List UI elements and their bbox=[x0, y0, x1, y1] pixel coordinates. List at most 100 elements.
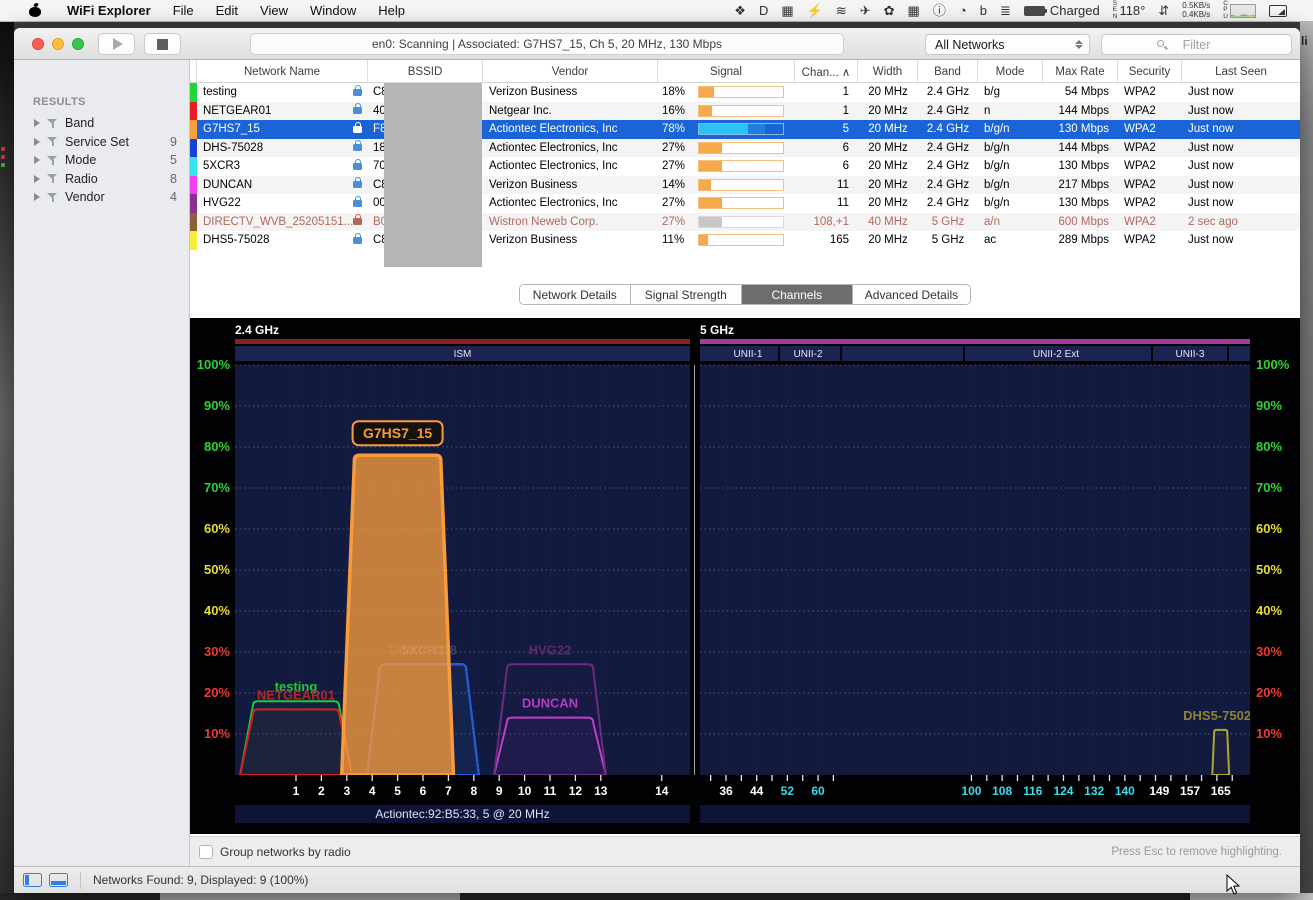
disclosure-triangle-icon[interactable] bbox=[34, 119, 40, 127]
signal-bar-fill bbox=[699, 217, 722, 227]
cell-max-rate: 217 Mbps bbox=[1043, 176, 1118, 195]
keyboard-icon[interactable]: ▦ bbox=[908, 0, 920, 22]
spark-icon[interactable]: ⚡ bbox=[807, 0, 823, 22]
table-row-hvg22[interactable]: HVG2200Actiontec Electronics, Inc27%1120… bbox=[190, 194, 1300, 213]
column-header-chan-[interactable]: Chan... ∧ bbox=[795, 60, 858, 83]
sidebar-item-mode[interactable]: Mode5 bbox=[14, 151, 190, 169]
network-label-netgear01: NETGEAR01 bbox=[257, 687, 335, 702]
cell-security: WPA2 bbox=[1118, 231, 1182, 250]
filter-input[interactable] bbox=[1101, 34, 1292, 55]
cell-bssid: C8 bbox=[368, 176, 483, 195]
column-header-security[interactable]: Security bbox=[1118, 60, 1182, 83]
pinwheel-icon[interactable]: ✿ bbox=[884, 0, 895, 22]
group-by-radio-checkbox[interactable] bbox=[199, 845, 213, 859]
table-row-duncan[interactable]: DUNCANC8Verizon Business14%1120 MHz2.4 G… bbox=[190, 176, 1300, 195]
table-row-g7hs7-15[interactable]: G7HS7_15F8Actiontec Electronics, Inc78%5… bbox=[190, 120, 1300, 139]
stop-scan-button[interactable] bbox=[144, 33, 181, 55]
table-row-directv-wvb-25205151-[interactable]: DIRECTV_WVB_25205151...B0Wistron Neweb C… bbox=[190, 213, 1300, 232]
toggle-bottom-panel-icon[interactable] bbox=[49, 873, 68, 887]
column-header-mode[interactable]: Mode bbox=[978, 60, 1043, 83]
cell-security: WPA2 bbox=[1118, 194, 1182, 213]
cell-band: 5 GHz bbox=[918, 231, 978, 250]
dropbox-icon[interactable]: ❖ bbox=[734, 0, 746, 22]
column-header-last-seen[interactable]: Last Seen bbox=[1182, 60, 1300, 83]
menu-item-view[interactable]: View bbox=[249, 0, 299, 22]
close-button[interactable] bbox=[32, 38, 44, 50]
disclosure-triangle-icon[interactable] bbox=[34, 193, 40, 201]
menu-item-edit[interactable]: Edit bbox=[205, 0, 249, 22]
column-header-swatch[interactable] bbox=[190, 60, 197, 83]
disclosure-triangle-icon[interactable] bbox=[34, 138, 40, 146]
cell-network-name: DHS-75028 bbox=[197, 139, 368, 158]
airplane-icon[interactable]: ✈ bbox=[860, 0, 871, 22]
tab-signal-strength[interactable]: Signal Strength bbox=[631, 285, 742, 304]
apple-menu[interactable] bbox=[18, 0, 56, 22]
updown-chevrons-icon bbox=[1075, 40, 1083, 49]
network-filter-dropdown[interactable]: All Networks bbox=[925, 34, 1090, 55]
network-curve-g7hs7-15[interactable] bbox=[342, 455, 454, 775]
table-row-5xcr3[interactable]: 5XCR370Actiontec Electronics, Inc27%620 … bbox=[190, 157, 1300, 176]
zoom-button[interactable] bbox=[72, 38, 84, 50]
menu-bar: WiFi Explorer FileEditViewWindowHelp ❖ D ▦… bbox=[0, 0, 1313, 22]
cell-vendor: Actiontec Electronics, Inc bbox=[483, 120, 658, 139]
menu-item-file[interactable]: File bbox=[162, 0, 205, 22]
wireless-signal-icon[interactable]: ≋ bbox=[836, 0, 847, 22]
column-header-bssid[interactable]: BSSID bbox=[368, 60, 483, 83]
minimize-button[interactable] bbox=[52, 38, 64, 50]
table-row-testing[interactable]: testingC8Verizon Business18%120 MHz2.4 G… bbox=[190, 83, 1300, 102]
x-label-5-132: 132 bbox=[1084, 784, 1104, 798]
column-header-band[interactable]: Band bbox=[918, 60, 978, 83]
toggle-sidebar-icon[interactable] bbox=[23, 873, 42, 887]
temperature-status[interactable]: SEN 118° bbox=[1113, 1, 1146, 21]
cell-security: WPA2 bbox=[1118, 157, 1182, 176]
network-curve-netgear01[interactable] bbox=[240, 709, 352, 775]
menu-item-window[interactable]: Window bbox=[299, 0, 367, 22]
cell-width: 20 MHz bbox=[858, 157, 918, 176]
airplay-display-icon[interactable] bbox=[1269, 5, 1287, 17]
cpu-meter[interactable]: CPU bbox=[1223, 1, 1256, 21]
network-curve-dhs5-75028[interactable] bbox=[1212, 730, 1229, 775]
disclosure-triangle-icon[interactable] bbox=[34, 156, 40, 164]
column-header-max-rate[interactable]: Max Rate bbox=[1043, 60, 1118, 83]
disclosure-triangle-icon[interactable] bbox=[34, 175, 40, 183]
sidebar-item-service-set[interactable]: Service Set9 bbox=[14, 133, 190, 151]
cell-max-rate: 130 Mbps bbox=[1043, 157, 1118, 176]
battery-status[interactable]: Charged bbox=[1024, 3, 1100, 18]
tab-network-details[interactable]: Network Details bbox=[520, 285, 631, 304]
cell-bssid: 00 bbox=[368, 194, 483, 213]
column-header-signal[interactable]: Signal bbox=[658, 60, 795, 83]
network-curve-hvg22[interactable] bbox=[494, 664, 606, 775]
updown-arrows-icon[interactable]: ⇵ bbox=[1158, 0, 1169, 22]
menu-bar-left: WiFi Explorer FileEditViewWindowHelp bbox=[0, 0, 416, 22]
column-header-network-name[interactable]: Network Name bbox=[197, 60, 368, 83]
stacked-bars-icon[interactable]: ≣ bbox=[1000, 0, 1011, 22]
sidebar-item-radio[interactable]: Radio8 bbox=[14, 170, 190, 188]
network-speed[interactable]: 0.5KB/s 0.4KB/s bbox=[1182, 2, 1210, 19]
compass-icon[interactable]: ◔ bbox=[959, 0, 967, 22]
column-header-vendor[interactable]: Vendor bbox=[483, 60, 658, 83]
sidebar-item-band[interactable]: Band bbox=[14, 114, 190, 132]
istat-monitor-icon[interactable]: ▦ bbox=[781, 0, 793, 22]
tab-advanced-details[interactable]: Advanced Details bbox=[853, 285, 970, 304]
cell-mode: n bbox=[978, 102, 1043, 121]
table-row-dhs-75028[interactable]: DHS-7502818Actiontec Electronics, Inc27%… bbox=[190, 139, 1300, 158]
info-circle-icon[interactable]: ⓘ bbox=[933, 0, 946, 22]
table-row-dhs5-75028[interactable]: DHS5-75028C8Verizon Business11%16520 MHz… bbox=[190, 231, 1300, 250]
sidebar-item-vendor[interactable]: Vendor4 bbox=[14, 188, 190, 206]
table-row-netgear01[interactable]: NETGEAR0140Netgear Inc.16%120 MHz2.4 GHz… bbox=[190, 102, 1300, 121]
cell-last-seen: 2 sec ago bbox=[1182, 213, 1300, 232]
svg-text:UNII-1: UNII-1 bbox=[734, 349, 763, 360]
x-label-24-4: 4 bbox=[369, 784, 376, 798]
cell-mode: ac bbox=[978, 231, 1043, 250]
start-scan-button[interactable] bbox=[98, 33, 135, 55]
network-color-swatch bbox=[190, 194, 197, 213]
y-axis-label-right: 10% bbox=[1256, 726, 1282, 741]
app-menu-title[interactable]: WiFi Explorer bbox=[56, 0, 162, 22]
tab-channels[interactable]: Channels bbox=[742, 285, 853, 304]
column-header-width[interactable]: Width bbox=[858, 60, 918, 83]
y-axis-label-right: 80% bbox=[1256, 439, 1282, 454]
bartender-icon[interactable]: b bbox=[980, 0, 987, 22]
d-app-icon[interactable]: D bbox=[759, 0, 768, 22]
menu-item-help[interactable]: Help bbox=[367, 0, 416, 22]
filter-funnel-icon bbox=[47, 173, 58, 184]
